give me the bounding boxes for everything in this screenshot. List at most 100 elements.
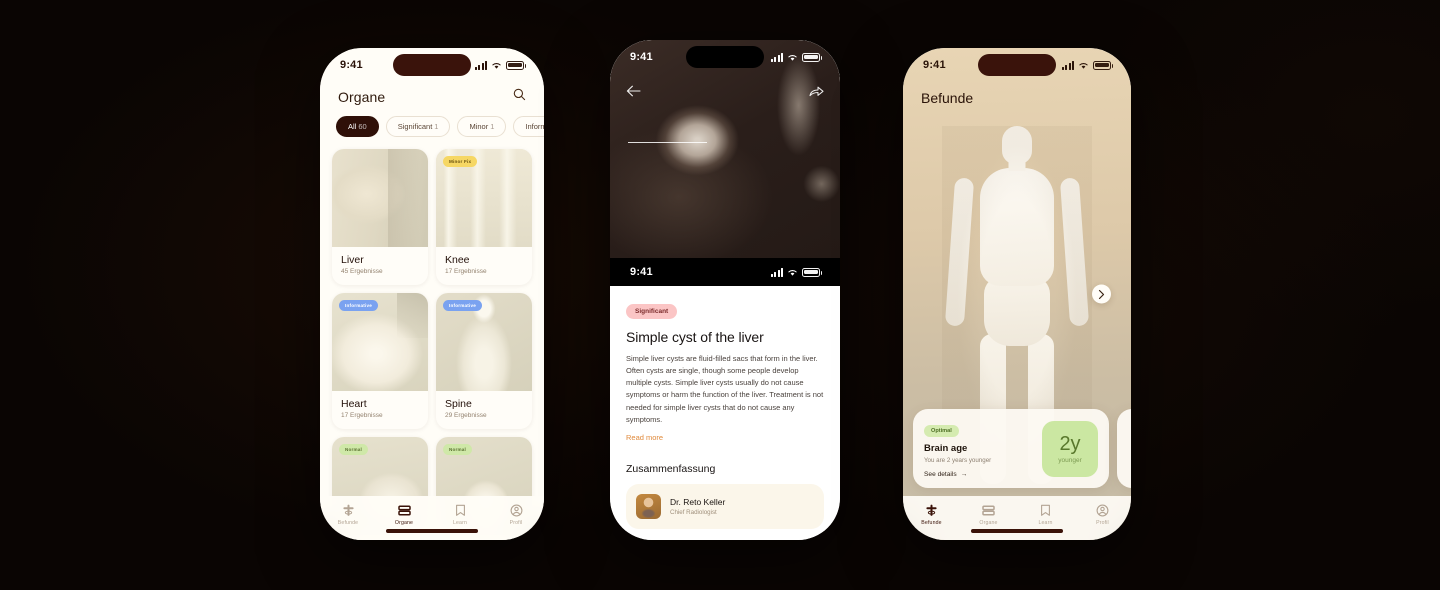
metric-card-brain-age[interactable]: Optimal Brain age You are 2 years younge… [913, 409, 1109, 488]
tab-label: Befunde [921, 520, 942, 526]
battery-icon [802, 52, 822, 62]
organ-scan-thumbnail: Minor Fix [436, 149, 532, 247]
bottom-tab-bar[interactable]: Befunde Organe Learn Profil [320, 496, 544, 540]
filter-chip-all[interactable]: All 60 [336, 116, 379, 137]
status-icons [770, 52, 822, 62]
organ-scan-thumbnail: Informative [332, 293, 428, 391]
organ-card[interactable]: Informative Spine 29 Ergebnisse [436, 293, 532, 429]
filter-chip-significant[interactable]: Significant 1 [385, 116, 451, 137]
doctor-role: Chief Radiologist [670, 508, 717, 516]
doctor-card[interactable]: Dr. Reto Keller Chief Radiologist [626, 483, 824, 529]
cellular-signal-icon [770, 267, 783, 277]
organ-icon [925, 504, 938, 517]
status-time: 9:41 [340, 59, 363, 71]
share-icon[interactable] [809, 84, 824, 102]
status-bar: 9:41 [320, 48, 544, 82]
tab-befunde[interactable]: Befunde [903, 504, 960, 526]
tab-organe[interactable]: Organe [376, 504, 432, 526]
metric-value: 2y [1059, 432, 1081, 455]
tab-profil[interactable]: Profil [1074, 504, 1131, 526]
phone-mockup-detail: 9:41 9:41 Significant Simple cyst of the… [610, 40, 840, 540]
organ-scan-texture [332, 149, 428, 247]
tab-organe[interactable]: Organe [960, 504, 1017, 526]
body-arm-right [1059, 177, 1090, 327]
bottom-tab-bar[interactable]: Befunde Organe Learn Profil [903, 496, 1131, 540]
organ-card-meta: Liver 45 Ergebnisse [332, 247, 428, 285]
status-icons [770, 267, 822, 277]
metric-value-tile: 2y younger [1042, 420, 1098, 477]
status-icons [474, 60, 526, 70]
organ-card-meta: Heart 17 Ergebnisse [332, 391, 428, 429]
body-arm-left [944, 177, 975, 327]
metric-card-next[interactable] [1117, 409, 1131, 488]
battery-icon [1093, 60, 1113, 70]
cellular-signal-icon [474, 60, 487, 70]
tab-profil[interactable]: Profil [488, 504, 544, 526]
organ-icon [342, 504, 355, 517]
home-indicator [386, 529, 478, 533]
layers-icon [397, 504, 411, 517]
tab-learn[interactable]: Learn [1017, 504, 1074, 526]
profile-icon [510, 504, 523, 517]
organ-card[interactable]: Liver 45 Ergebnisse [332, 149, 428, 285]
organ-card[interactable]: Minor Fix Knee 17 Ergebnisse [436, 149, 532, 285]
organ-name: Knee [445, 254, 470, 266]
detail-content: Significant Simple cyst of the liver Sim… [610, 286, 840, 529]
tab-befunde[interactable]: Befunde [320, 504, 376, 526]
organ-result-count: 29 Ergebnisse [445, 412, 487, 419]
organ-result-count: 17 Ergebnisse [445, 268, 487, 275]
tab-label: Organe [979, 520, 998, 526]
organ-card[interactable]: Informative Heart 17 Ergebnisse [332, 293, 428, 429]
bookmark-icon [1040, 504, 1051, 517]
wifi-icon [787, 268, 798, 277]
dynamic-island [978, 54, 1056, 76]
tab-label: Profil [1096, 520, 1109, 526]
metric-title: Brain age [924, 443, 968, 454]
tab-label: Profil [509, 520, 523, 526]
doctor-name: Dr. Reto Keller [670, 496, 726, 507]
tab-label: Befunde [337, 520, 359, 526]
read-more-link[interactable]: Read more [626, 433, 663, 442]
filter-chip-row[interactable]: All60 Significant1 Minor1 Informative [320, 116, 544, 137]
organ-result-count: 17 Ergebnisse [341, 412, 383, 419]
dynamic-island [686, 46, 764, 68]
filter-chip-label: All [348, 122, 357, 131]
organ-name: Liver [341, 254, 364, 266]
see-details-link[interactable]: See details → [924, 471, 1042, 478]
phone-mockup-stage: 9:41 Organe All 60 Significant 1 Minor 1 Infor… [0, 0, 1440, 590]
filter-chip-minor[interactable]: Minor 1 [457, 116, 507, 137]
wifi-icon [1078, 61, 1089, 70]
chevron-right-icon[interactable] [1092, 284, 1111, 304]
phone-mockup-organs: 9:41 Organe All 60 Significant 1 Minor 1 Infor… [320, 48, 544, 540]
status-badge: Normal [339, 444, 369, 455]
layers-icon [982, 504, 995, 517]
organ-scan-thumbnail: Informative [436, 293, 532, 391]
organ-name: Heart [341, 398, 367, 410]
battery-icon [506, 60, 526, 70]
status-badge: Informative [443, 300, 482, 311]
battery-icon [802, 267, 822, 277]
filter-chip-count: 60 [358, 122, 367, 131]
mri-scan-image[interactable]: 9:41 [610, 40, 840, 258]
page-title: Organe [338, 89, 386, 105]
search-icon[interactable] [513, 88, 526, 106]
status-bar: 9:41 [903, 48, 1131, 82]
status-time: 9:41 [630, 51, 653, 63]
metric-subtitle: You are 2 years younger [924, 457, 992, 464]
arrow-right-icon: → [960, 471, 968, 478]
profile-icon [1096, 504, 1109, 517]
organ-card-meta: Spine 29 Ergebnisse [436, 391, 532, 429]
cellular-signal-icon [770, 52, 783, 62]
doctor-info: Dr. Reto Keller Chief Radiologist [670, 497, 725, 516]
metric-card-carousel: Optimal Brain age You are 2 years younge… [913, 409, 1131, 488]
metric-unit: younger [1058, 456, 1082, 464]
finding-title: Simple cyst of the liver [626, 329, 764, 345]
filter-chip-informative[interactable]: Informative [513, 116, 544, 137]
wifi-icon [787, 53, 798, 62]
organs-header: Organe [320, 82, 544, 116]
back-arrow-icon[interactable] [626, 84, 641, 102]
tab-learn[interactable]: Learn [432, 504, 488, 526]
organ-name: Spine [445, 398, 472, 410]
status-badge: Normal [443, 444, 473, 455]
dynamic-island [393, 54, 471, 76]
